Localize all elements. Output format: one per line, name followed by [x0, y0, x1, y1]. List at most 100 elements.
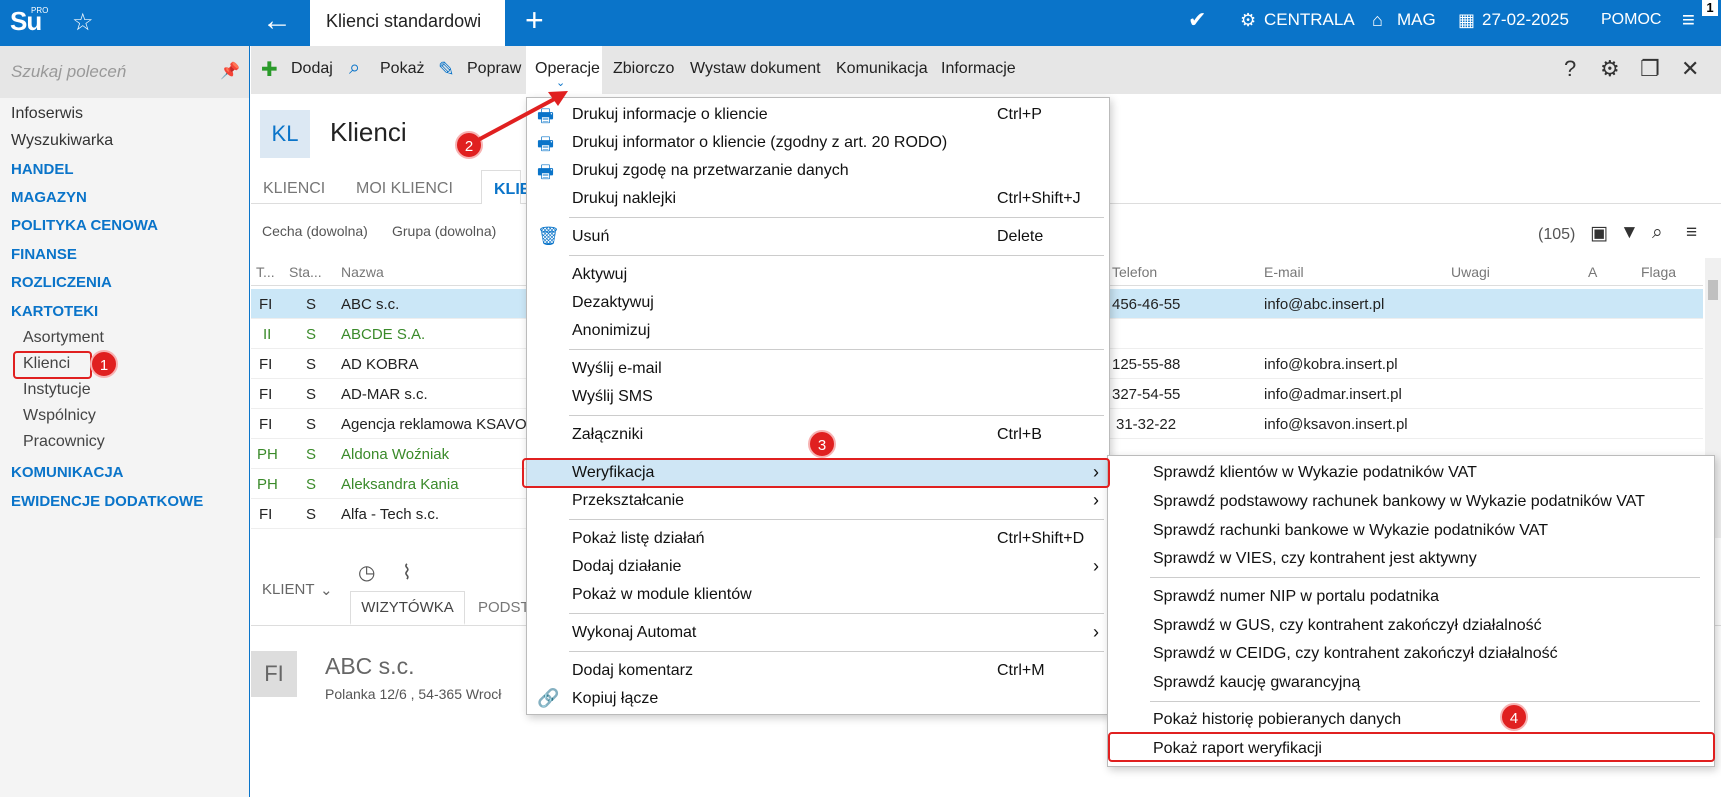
gear-icon[interactable]: ⚙ — [1600, 56, 1620, 82]
sidebar-item-instytucje[interactable]: Instytucje — [23, 381, 91, 399]
close-icon[interactable]: ✕ — [1681, 56, 1699, 82]
cell-status: S — [306, 296, 317, 313]
scroll-thumb[interactable] — [1708, 280, 1718, 300]
chevron-right-icon: › — [1093, 490, 1099, 510]
annotation-box-raport — [1108, 732, 1715, 762]
wystaw-dokument-button[interactable]: Wystaw dokument — [690, 60, 821, 78]
centrala-label[interactable]: CENTRALA — [1264, 0, 1355, 46]
calendar-icon: ▦ — [1458, 10, 1476, 30]
paperclip-icon[interactable]: ⌇ — [402, 560, 412, 585]
sidebar-item-infoserwis[interactable]: Infoserwis — [11, 105, 83, 123]
col-uwagi[interactable]: Uwagi — [1451, 264, 1490, 280]
cell-status: S — [306, 416, 317, 433]
chevron-down-icon[interactable]: ⌄ — [320, 581, 333, 599]
printer-icon: 🖶 — [537, 134, 554, 154]
col-status[interactable]: Sta... — [289, 264, 322, 280]
back-arrow-icon[interactable]: ← — [262, 4, 292, 38]
search-icon[interactable]: ⌕ — [1652, 222, 1663, 244]
col-nazwa[interactable]: Nazwa — [341, 264, 384, 280]
menu-item-label: Usuń — [572, 228, 610, 245]
informacje-button[interactable]: Informacje — [941, 60, 1016, 78]
help-label[interactable]: POMOC — [1601, 0, 1661, 46]
zbiorczo-button[interactable]: Zbiorczo — [613, 60, 674, 78]
printer-icon: 🖶 — [537, 106, 554, 126]
cell-nazwa: Agencja reklamowa KSAVO — [341, 416, 527, 433]
cell-typ: FI — [259, 386, 273, 403]
trash-icon: 🗑 — [537, 226, 560, 246]
dodaj-button[interactable]: Dodaj — [291, 60, 333, 78]
col-a[interactable]: A — [1588, 264, 1597, 280]
sidebar-cat-ewidencje[interactable]: EWIDENCJE DODATKOWE — [11, 493, 203, 510]
annotation-badge-2: 2 — [455, 131, 483, 159]
sidebar-cat-polityka[interactable]: POLITYKA CENOWA — [11, 217, 158, 234]
date-label[interactable]: 27-02-2025 — [1482, 0, 1569, 46]
popraw-button[interactable]: Popraw — [467, 60, 521, 78]
tab-klienci[interactable]: KLIENCI — [263, 180, 325, 198]
tab-klienci-standardowi[interactable]: Klienci standardowi — [310, 0, 505, 46]
image-icon[interactable]: ▣ — [1590, 222, 1608, 245]
pin-icon[interactable]: 📌 — [220, 61, 240, 81]
mag-label[interactable]: MAG — [1397, 0, 1436, 46]
sidebar-item-asortyment[interactable]: Asortyment — [23, 329, 104, 347]
operacje-button[interactable]: Operacje — [535, 60, 600, 78]
klient-dropdown[interactable]: KLIENT — [262, 581, 315, 598]
filter-grupa[interactable]: Grupa (dowolna) — [392, 223, 496, 239]
network-icon: ⚙ — [1240, 10, 1257, 30]
filter-icon[interactable]: ▼ — [1620, 222, 1639, 244]
sidebar-item-pracownicy[interactable]: Pracownicy — [23, 433, 105, 451]
module-badge: KL — [260, 110, 310, 158]
sidebar-item-wspolnicy[interactable]: Wspólnicy — [23, 407, 96, 425]
menu-item-label: Wyślij e-mail — [572, 360, 662, 377]
menu-separator — [569, 255, 1104, 256]
col-email[interactable]: E-mail — [1264, 264, 1304, 280]
new-tab-plus-icon[interactable]: + — [525, 2, 544, 39]
cell-status: S — [306, 356, 317, 373]
pokaz-button[interactable]: Pokaż — [380, 60, 424, 78]
restore-window-icon[interactable]: ❐ — [1640, 56, 1660, 82]
menu-item-shortcut: Ctrl+Shift+J — [997, 190, 1081, 207]
check-circle-icon[interactable]: ✔ — [1188, 0, 1206, 46]
sidebar-cat-finanse[interactable]: FINANSE — [11, 246, 77, 263]
menu-lines-icon[interactable]: ≡ — [1686, 222, 1697, 244]
sidebar-cat-handel[interactable]: HANDEL — [11, 161, 74, 178]
detail-address: Polanka 12/6 , 54-365 Wrocł — [325, 686, 502, 702]
app-logo[interactable]: Su PRO — [0, 0, 58, 46]
cell-nazwa: Alfa - Tech s.c. — [341, 506, 440, 523]
search-icon: ⌕ — [349, 57, 361, 79]
cell-typ: FI — [259, 506, 273, 523]
menu-item-shortcut: Ctrl+M — [997, 662, 1045, 679]
filter-cecha[interactable]: Cecha (dowolna) — [262, 223, 368, 239]
tab-wizytowka[interactable]: WIZYTÓWKA — [350, 591, 465, 625]
hamburger-icon[interactable]: ≡ — [1682, 0, 1695, 46]
komunikacja-button[interactable]: Komunikacja — [836, 60, 928, 78]
submenu-item-label: Sprawdź klientów w Wykazie podatników VA… — [1153, 464, 1477, 481]
submenu-separator — [1150, 701, 1700, 702]
command-search-input[interactable]: Szukaj poleceń 📌 — [0, 46, 249, 98]
tab-podst[interactable]: PODST — [478, 599, 530, 616]
cell-nazwa: ABC s.c. — [341, 296, 400, 313]
sidebar-cat-magazyn[interactable]: MAGAZYN — [11, 189, 87, 206]
history-icon[interactable]: ◷ — [358, 560, 375, 585]
sidebar-cat-komunikacja[interactable]: KOMUNIKACJA — [11, 464, 124, 481]
sidebar-item-wyszukiwarka[interactable]: Wyszukiwarka — [11, 132, 113, 150]
submenu-item-label: Sprawdź w GUS, czy kontrahent zakończył … — [1153, 617, 1542, 634]
menu-item-label: Anonimizuj — [572, 322, 651, 339]
col-flaga[interactable]: Flaga — [1641, 264, 1676, 280]
menu-item-shortcut: Ctrl+B — [997, 426, 1042, 443]
weryfikacja-submenu: Sprawdź klientów w Wykazie podatników VA… — [1107, 455, 1715, 767]
star-icon[interactable]: ☆ — [72, 8, 94, 37]
tab-moi-klienci[interactable]: MOI KLIENCI — [356, 180, 453, 198]
annotation-badge-4: 4 — [1500, 703, 1528, 731]
printer-icon: 🖶 — [537, 162, 554, 182]
menu-item-label: Drukuj informacje o kliencie — [572, 106, 768, 123]
cell-status: S — [306, 476, 317, 493]
submenu-separator — [1150, 577, 1700, 578]
tab-klie[interactable]: KLIE — [481, 170, 530, 204]
cell-telefon: 125-55-88 — [1112, 356, 1181, 373]
cell-email: info@kobra.insert.pl — [1264, 356, 1398, 373]
help-icon[interactable]: ? — [1564, 56, 1576, 82]
sidebar-cat-rozliczenia[interactable]: ROZLICZENIA — [11, 274, 112, 291]
sidebar-cat-kartoteki[interactable]: KARTOTEKI — [11, 303, 98, 320]
col-telefon[interactable]: Telefon — [1112, 264, 1157, 280]
col-typ[interactable]: T... — [256, 264, 275, 280]
